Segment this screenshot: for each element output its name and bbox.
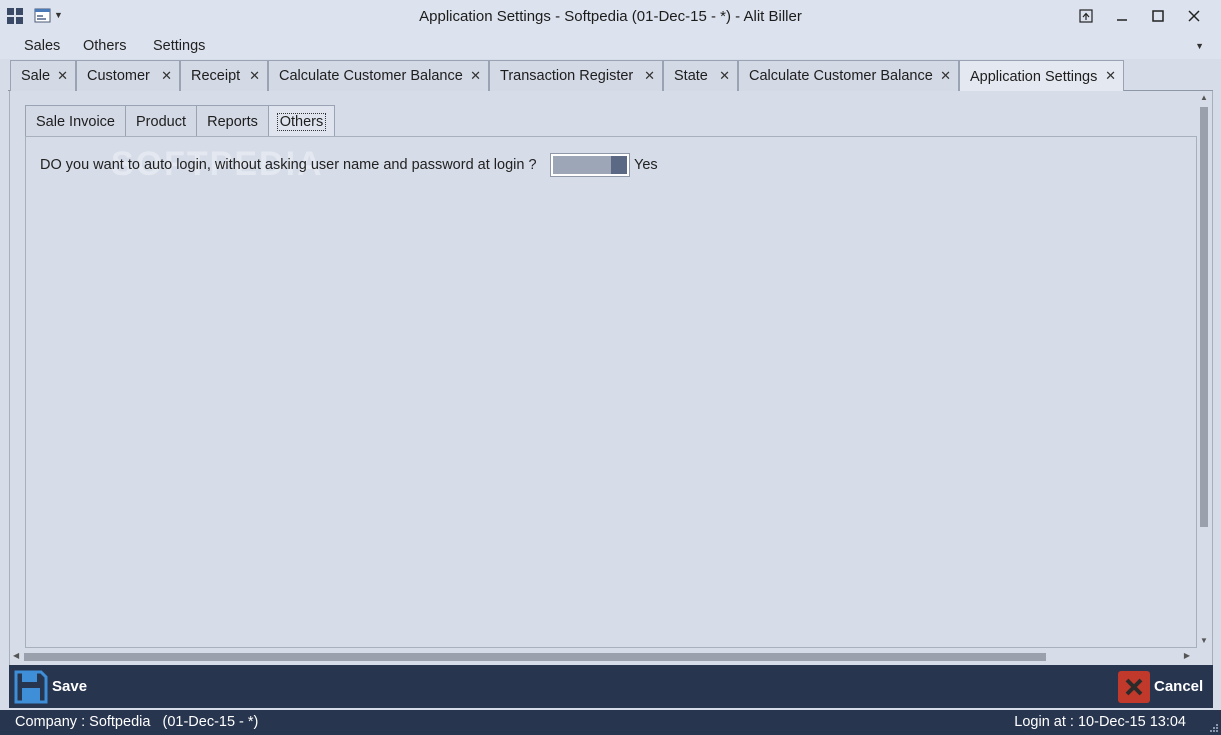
toggle-track	[553, 156, 611, 174]
doc-tab-application-settings[interactable]: Application Settings ✕	[959, 60, 1124, 92]
restore-ribbon-icon	[1079, 9, 1093, 23]
doc-tab-calculate-customer-balance[interactable]: Calculate Customer Balance ✕	[268, 60, 489, 91]
auto-login-question: DO you want to auto login, without askin…	[40, 157, 537, 173]
tab-reports[interactable]: Reports	[196, 105, 269, 137]
status-bar: Company : Softpedia (01-Dec-15 - *) Logi…	[0, 710, 1221, 735]
vertical-scroll-thumb[interactable]	[1200, 107, 1208, 527]
doc-tab-label: Customer	[87, 68, 150, 84]
doc-tab-receipt[interactable]: Receipt ✕	[180, 60, 268, 91]
login-status: Login at : 10-Dec-15 13:04	[1014, 714, 1186, 730]
toggle-thumb	[611, 156, 627, 174]
close-tab-icon[interactable]: ✕	[719, 68, 730, 84]
resize-grip-icon[interactable]	[1209, 723, 1219, 733]
tab-product[interactable]: Product	[125, 105, 197, 137]
tab-label: Others	[276, 112, 327, 131]
save-icon	[14, 670, 48, 703]
ribbon-collapse-icon[interactable]: ▼	[1195, 41, 1204, 51]
doc-tab-label: Sale	[21, 68, 51, 84]
close-window-button[interactable]	[1176, 0, 1212, 32]
doc-tab-label: Receipt	[191, 68, 241, 84]
minimize-icon	[1117, 19, 1127, 21]
close-tab-icon[interactable]: ✕	[1105, 68, 1116, 84]
save-button[interactable]: Save	[14, 669, 87, 704]
tab-label: Product	[136, 113, 186, 130]
menu-bar: Sales Others Settings ▼	[0, 33, 1221, 59]
doc-tab-calculate-customer-balance-2[interactable]: Calculate Customer Balance ✕	[738, 60, 959, 91]
scroll-left-icon[interactable]: ◀	[13, 651, 19, 660]
tab-sale-invoice[interactable]: Sale Invoice	[25, 105, 126, 137]
scroll-down-icon[interactable]: ▼	[1200, 636, 1208, 645]
doc-tab-transaction-register[interactable]: Transaction Register ✕	[489, 60, 663, 91]
settings-content: Sale Invoice Product Reports Others SOFT…	[9, 91, 1213, 665]
doc-tab-sale[interactable]: Sale ✕	[10, 60, 76, 91]
close-tab-icon[interactable]: ✕	[249, 68, 260, 84]
doc-tab-label: Transaction Register	[500, 68, 634, 84]
doc-tab-customer[interactable]: Customer ✕	[76, 60, 180, 91]
company-status: Company : Softpedia (01-Dec-15 - *)	[15, 714, 259, 730]
doc-tab-label: Calculate Customer Balance	[279, 68, 463, 84]
close-icon	[1188, 10, 1200, 22]
close-tab-icon[interactable]: ✕	[470, 68, 481, 84]
menu-settings[interactable]: Settings	[153, 38, 205, 54]
cancel-button[interactable]: Cancel	[1118, 669, 1203, 704]
scroll-right-icon[interactable]: ▶	[1184, 651, 1190, 660]
cancel-label: Cancel	[1154, 678, 1204, 695]
horizontal-scroll-thumb[interactable]	[24, 653, 1046, 661]
menu-sales[interactable]: Sales	[24, 38, 60, 54]
minimize-button[interactable]	[1104, 0, 1140, 32]
close-tab-icon[interactable]: ✕	[57, 68, 68, 84]
close-tab-icon[interactable]: ✕	[161, 68, 172, 84]
doc-tab-label: Application Settings	[970, 68, 1098, 85]
menu-others[interactable]: Others	[83, 38, 127, 54]
tab-label: Sale Invoice	[36, 113, 115, 130]
auto-login-toggle[interactable]	[550, 153, 630, 177]
tab-label: Reports	[207, 113, 258, 130]
others-settings-panel: SOFTPEDIA DO you want to auto login, wit…	[25, 136, 1197, 648]
scroll-up-icon[interactable]: ▲	[1200, 93, 1208, 102]
cancel-icon	[1118, 670, 1150, 703]
maximize-icon	[1152, 10, 1164, 22]
save-label: Save	[52, 678, 88, 695]
horizontal-scrollbar[interactable]: ◀ ▶	[10, 650, 1196, 664]
doc-tab-label: State	[674, 68, 708, 84]
doc-tab-label: Calculate Customer Balance	[749, 68, 933, 84]
doc-tab-state[interactable]: State ✕	[663, 60, 738, 91]
action-bar: Save Cancel	[9, 665, 1213, 708]
maximize-button[interactable]	[1140, 0, 1176, 32]
close-tab-icon[interactable]: ✕	[644, 68, 655, 84]
title-bar: ▼ Application Settings - Softpedia (01-D…	[0, 0, 1221, 33]
restore-ribbon-button[interactable]	[1068, 0, 1104, 32]
close-tab-icon[interactable]: ✕	[940, 68, 951, 84]
vertical-scrollbar[interactable]: ▲ ▼	[1196, 91, 1212, 651]
window-title: Application Settings - Softpedia (01-Dec…	[419, 8, 802, 25]
tab-others[interactable]: Others	[268, 105, 335, 137]
document-tab-strip: Sale ✕ Customer ✕ Receipt ✕ Calculate Cu…	[8, 59, 1213, 92]
auto-login-toggle-label: Yes	[634, 157, 658, 173]
